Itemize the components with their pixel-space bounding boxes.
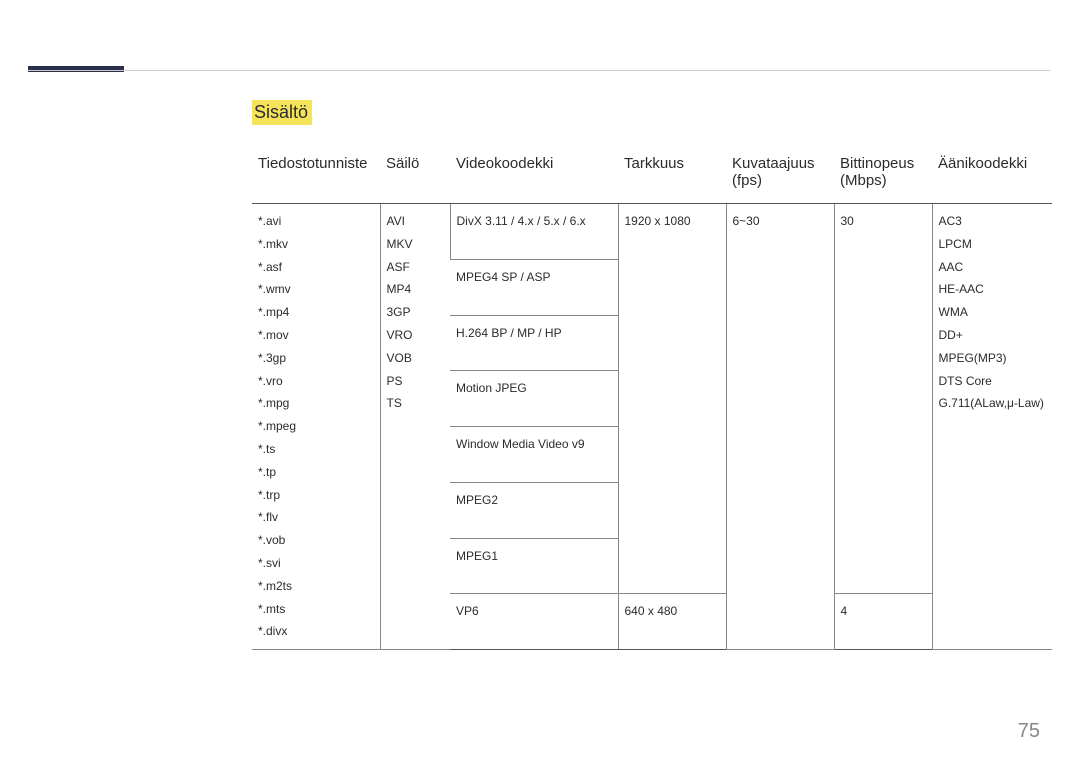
ext-cell-item: *.wmv <box>258 278 374 301</box>
ext-cell-item: *.svi <box>258 552 374 575</box>
cont-cell-item: 3GP <box>387 301 444 324</box>
cont-cell-item: MP4 <box>387 278 444 301</box>
audio-cell-item: DD+ <box>939 324 1047 347</box>
ext-cell-item: *.vro <box>258 370 374 393</box>
audio-cell-item: DTS Core <box>939 370 1047 393</box>
cont-cell-item: VRO <box>387 324 444 347</box>
ext-cell-item: *.ts <box>258 438 374 461</box>
ext-cell-item: *.vob <box>258 529 374 552</box>
codec-cell: Motion JPEG <box>450 371 618 427</box>
audio-cell-item: WMA <box>939 301 1047 324</box>
codec-cell: MPEG2 <box>450 482 618 538</box>
cont-cell-item: PS <box>387 370 444 393</box>
ext-cell-item: *.tp <box>258 461 374 484</box>
res-cell: 1920 x 1080 <box>618 204 726 594</box>
section-heading: Sisältö <box>252 100 312 125</box>
cont-cell: AVIMKVASFMP43GPVROVOBPSTS <box>380 204 450 650</box>
audio-cell-item: AC3 <box>939 210 1047 233</box>
th-bit: Bittinopeus (Mbps) <box>834 149 932 204</box>
codec-cell: H.264 BP / MP / HP <box>450 315 618 371</box>
res-cell: 640 x 480 <box>618 594 726 650</box>
th-res: Tarkkuus <box>618 149 726 204</box>
audio-cell-item: G.711(ALaw,μ-Law) <box>939 392 1047 415</box>
codec-cell: MPEG4 SP / ASP <box>450 259 618 315</box>
codec-cell: MPEG1 <box>450 538 618 594</box>
cont-cell-item: MKV <box>387 233 444 256</box>
ext-cell-item: *.mpeg <box>258 415 374 438</box>
ext-cell: *.avi*.mkv*.asf*.wmv*.mp4*.mov*.3gp*.vro… <box>252 204 380 650</box>
codec-cell: Window Media Video v9 <box>450 427 618 483</box>
cont-cell-item: VOB <box>387 347 444 370</box>
th-audio: Äänikoodekki <box>932 149 1052 204</box>
header-accent-bar <box>28 66 124 72</box>
audio-cell: AC3LPCMAACHE-AACWMADD+MPEG(MP3)DTS CoreG… <box>932 204 1052 650</box>
page-number: 75 <box>1018 720 1040 743</box>
cont-cell-item: AVI <box>387 210 444 233</box>
header-rule <box>28 70 1050 71</box>
ext-cell-item: *.mp4 <box>258 301 374 324</box>
ext-cell-item: *.divx <box>258 620 374 643</box>
audio-cell-item: LPCM <box>939 233 1047 256</box>
ext-cell-item: *.trp <box>258 484 374 507</box>
ext-cell-item: *.3gp <box>258 347 374 370</box>
th-cont: Säilö <box>380 149 450 204</box>
spec-table: Tiedostotunniste Säilö Videokoodekki Tar… <box>252 149 1052 650</box>
th-fps: Kuvataajuus (fps) <box>726 149 834 204</box>
th-ext: Tiedostotunniste <box>252 149 380 204</box>
fps-cell: 6~30 <box>726 204 834 650</box>
bit-cell: 4 <box>834 594 932 650</box>
cont-cell-item: ASF <box>387 256 444 279</box>
ext-cell-item: *.mkv <box>258 233 374 256</box>
main-content: Sisältö Tiedostotunniste Säilö Videokood… <box>252 100 1050 650</box>
ext-cell-item: *.asf <box>258 256 374 279</box>
ext-cell-item: *.mov <box>258 324 374 347</box>
bit-cell: 30 <box>834 204 932 594</box>
ext-cell-item: *.avi <box>258 210 374 233</box>
th-codec: Videokoodekki <box>450 149 618 204</box>
cont-cell-item: TS <box>387 392 444 415</box>
ext-cell-item: *.mts <box>258 598 374 621</box>
audio-cell-item: AAC <box>939 256 1047 279</box>
ext-cell-item: *.flv <box>258 506 374 529</box>
codec-cell: VP6 <box>450 594 618 650</box>
ext-cell-item: *.m2ts <box>258 575 374 598</box>
codec-cell: DivX 3.11 / 4.x / 5.x / 6.x <box>450 204 618 260</box>
audio-cell-item: MPEG(MP3) <box>939 347 1047 370</box>
ext-cell-item: *.mpg <box>258 392 374 415</box>
spec-table-body: *.avi*.mkv*.asf*.wmv*.mp4*.mov*.3gp*.vro… <box>252 204 1052 650</box>
audio-cell-item: HE-AAC <box>939 278 1047 301</box>
